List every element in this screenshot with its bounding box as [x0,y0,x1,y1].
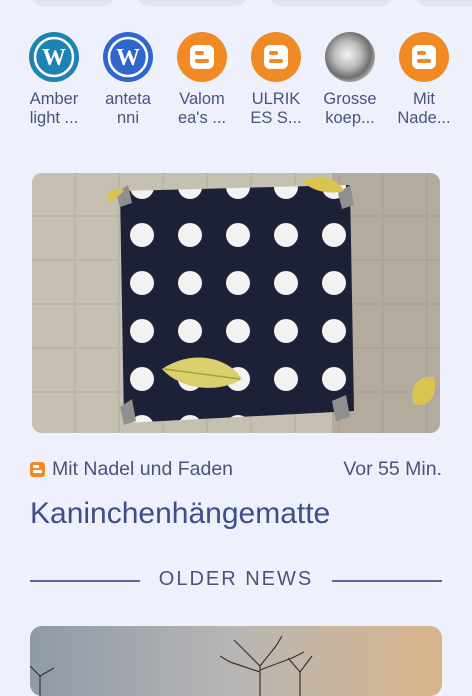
wordpress-icon: W [103,32,153,82]
feed-source-label: Mit Nade... [397,90,451,127]
blogger-icon [251,32,301,82]
article-timestamp: Vor 55 Min. [343,458,442,480]
svg-text:W: W [42,45,66,71]
next-article-image[interactable] [30,626,442,696]
wordpress-icon: W [29,32,79,82]
feed-source-item[interactable]: Valom ea's ... [165,32,239,128]
article-image[interactable] [32,173,440,433]
blogger-icon [177,32,227,82]
blogger-icon [30,462,45,477]
feed-source-label: Amber light ... [29,90,79,127]
feed-source-label: Grosse koep... [323,90,377,127]
feed-source-item[interactable]: W Amber light ... [17,32,91,128]
older-news-divider: OLDER NEWS [30,568,442,594]
photo-avatar-icon [325,32,375,82]
filter-chip[interactable] [268,0,394,6]
older-news-heading: OLDER NEWS [158,568,314,590]
article-source[interactable]: Mit Nadel und Faden [52,458,233,481]
article-title[interactable]: Kaninchenhängematte [30,497,450,531]
feed-source-label: Valom ea's ... [177,90,227,127]
feed-source-item[interactable]: Grosse koep... [313,32,387,128]
filter-chip-row [30,0,472,8]
filter-chip[interactable] [135,0,249,6]
feed-source-item[interactable]: W anteta nni [91,32,165,128]
feed-source-label: anteta nni [105,90,151,127]
feed-source-item[interactable]: ULRIK ES S... [239,32,313,128]
blogger-icon [399,32,449,82]
feed-source-label: ULRIK ES S... [250,90,302,127]
filter-chip[interactable] [414,0,472,6]
svg-text:W: W [116,45,140,71]
feed-source-item[interactable]: Mit Nade... [387,32,461,128]
filter-chip[interactable] [30,0,116,6]
article-meta: Mit Nadel und Faden Vor 55 Min. [30,458,442,482]
feed-sources-row: W Amber light ... W anteta nni Valom ea'… [0,32,472,132]
